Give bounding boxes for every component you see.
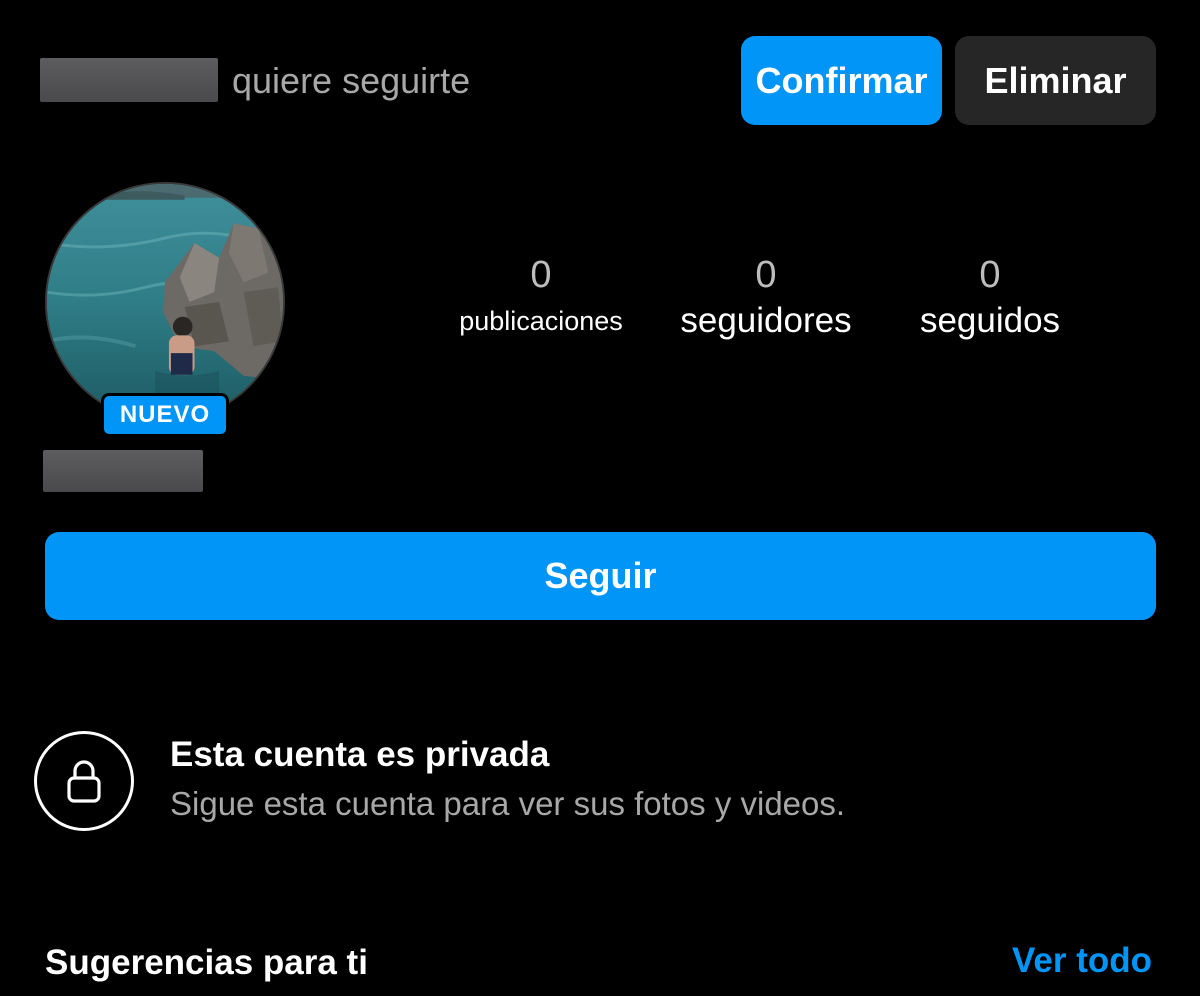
avatar-photo bbox=[47, 184, 283, 420]
posts-label: publicaciones bbox=[459, 306, 623, 336]
posts-count: 0 bbox=[530, 254, 552, 296]
follow-button[interactable]: Seguir bbox=[45, 532, 1156, 620]
following-count: 0 bbox=[979, 254, 1001, 296]
confirm-button[interactable]: Confirmar bbox=[741, 36, 942, 125]
new-badge: NUEVO bbox=[101, 393, 229, 437]
follow-request-text: quiere seguirte bbox=[232, 60, 471, 101]
stat-following[interactable]: 0 seguidos bbox=[896, 252, 1084, 344]
following-label: seguidos bbox=[919, 301, 1061, 340]
redacted-username bbox=[43, 450, 203, 492]
profile-page: quiere seguirte Confirmar Eliminar NUEVO… bbox=[0, 0, 1200, 996]
lock-icon bbox=[67, 760, 101, 803]
lock-icon-circle bbox=[34, 731, 134, 831]
profile-avatar[interactable] bbox=[45, 182, 285, 422]
remove-button[interactable]: Eliminar bbox=[955, 36, 1156, 125]
private-account-title: Esta cuenta es privada bbox=[170, 735, 550, 774]
stat-followers[interactable]: 0 seguidores bbox=[660, 252, 872, 344]
followers-label: seguidores bbox=[680, 301, 852, 340]
private-account-subtitle: Sigue esta cuenta para ver sus fotos y v… bbox=[170, 785, 846, 822]
followers-count: 0 bbox=[755, 254, 777, 296]
stat-posts[interactable]: 0 publicaciones bbox=[440, 252, 642, 344]
see-all-link[interactable]: Ver todo bbox=[1012, 938, 1152, 984]
suggestions-title: Sugerencias para ti bbox=[45, 943, 368, 982]
redacted-requester-name[interactable] bbox=[40, 58, 218, 102]
